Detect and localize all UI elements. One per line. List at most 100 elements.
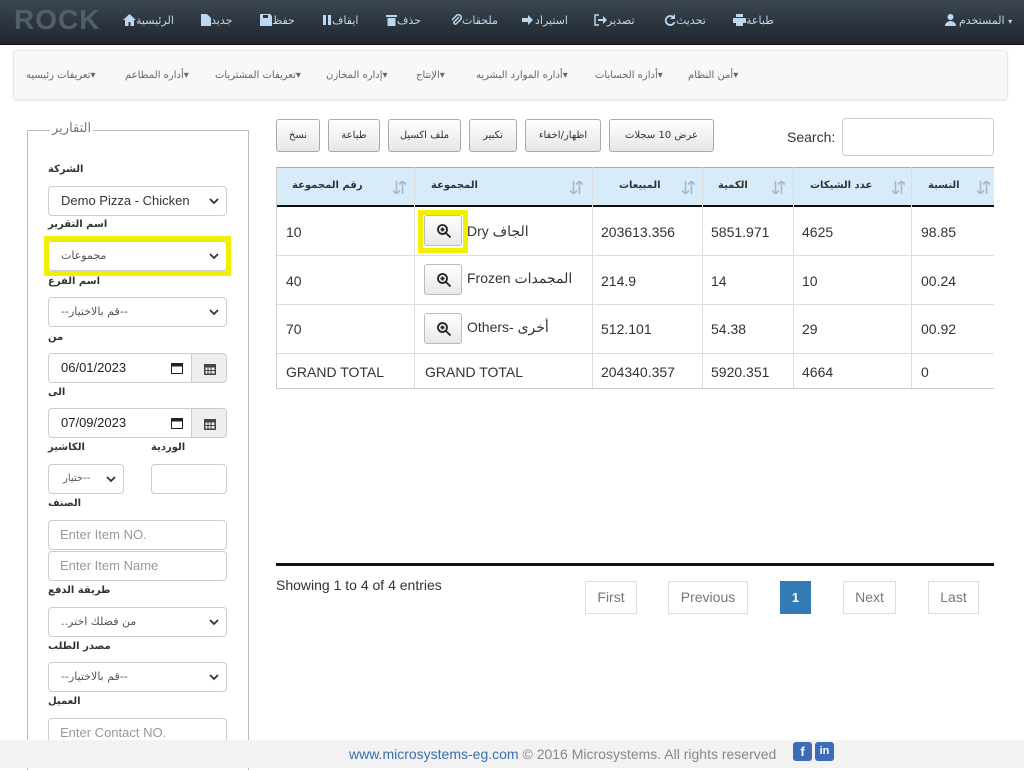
show-10-records-button[interactable]: عرض 10 سجلات: [609, 119, 714, 152]
linkedin-icon[interactable]: in: [815, 742, 834, 761]
previous-page-button[interactable]: Previous: [668, 581, 748, 614]
shift-input[interactable]: [151, 464, 227, 494]
menu-label: إداره المخازن: [326, 70, 383, 81]
menu-hr[interactable]: أداره الموارد البشريه▾: [476, 70, 568, 81]
caret-down-icon: ▾: [90, 70, 96, 81]
print-button[interactable]: طباعة: [729, 14, 774, 27]
export-button[interactable]: تصدير: [590, 14, 635, 27]
menu-label: أداره الحسابات: [595, 70, 658, 81]
cashier-select[interactable]: ختيار--: [48, 464, 124, 494]
order-source-value: --قم بالاختيار--: [61, 670, 128, 683]
facebook-icon[interactable]: f: [793, 742, 812, 761]
menu-system-security[interactable]: أمن النظام▾: [688, 70, 738, 81]
header-check-count[interactable]: عدد الشيكات: [810, 180, 872, 191]
table-info: Showing 1 to 4 of 4 entries: [276, 577, 442, 593]
sort-icon[interactable]: [570, 181, 583, 194]
item-number-input[interactable]: Enter Item NO.: [48, 520, 227, 550]
top-toolbar: ROCK الرئيسية جديد حفظ ايقاف حذف ملحقات …: [0, 0, 1024, 45]
menu-accounts[interactable]: أداره الحسابات▾: [595, 70, 663, 81]
cell-sales: 512.101: [601, 321, 652, 337]
payment-method-value: ..من فضلك اختر: [61, 615, 137, 628]
sort-icon[interactable]: [977, 181, 990, 194]
last-page-button[interactable]: Last: [928, 581, 979, 614]
calendar-picker-icon[interactable]: [171, 362, 183, 374]
total-group-number: GRAND TOTAL: [286, 364, 385, 380]
excel-export-button[interactable]: ملف اكسيل: [388, 119, 461, 152]
app-logo: ROCK: [14, 4, 101, 35]
header-group-number[interactable]: رقم المجموعة: [292, 180, 363, 191]
cell-percentage: 00.92: [921, 321, 957, 337]
refresh-button[interactable]: تحديث: [660, 14, 706, 27]
sort-icon[interactable]: [393, 181, 406, 194]
delete-label: حذف: [397, 14, 421, 27]
chevron-down-icon: [209, 309, 219, 316]
refresh-icon: [664, 14, 676, 26]
print-label: طباعة: [746, 14, 774, 27]
attachments-button[interactable]: ملحقات: [446, 13, 498, 27]
from-label: من: [48, 332, 64, 343]
new-label: جديد: [211, 14, 233, 27]
caret-down-icon: ▾: [439, 70, 445, 81]
cell-group-number: 40: [286, 273, 302, 289]
header-quantity[interactable]: الكمية: [718, 180, 748, 191]
header-group[interactable]: المجموعة: [431, 180, 478, 191]
from-calendar-button[interactable]: [191, 353, 227, 383]
user-menu[interactable]: المستخدم ▾: [945, 14, 1012, 27]
import-button[interactable]: استيراد: [518, 14, 568, 27]
total-check-count: 4664: [802, 364, 834, 380]
menu-warehouses[interactable]: إداره المخازن▾: [326, 70, 388, 81]
export-icon: [594, 14, 607, 26]
details-button[interactable]: [424, 264, 462, 295]
calendar-picker-icon[interactable]: [171, 417, 183, 429]
client-label: العميل: [48, 696, 81, 707]
menu-label: أداره الموارد البشريه: [476, 70, 563, 81]
user-icon: [945, 14, 956, 26]
cell-sales: 203613.356: [601, 224, 675, 240]
zoom-in-icon: [437, 273, 451, 287]
print-table-button[interactable]: طباعة: [328, 119, 380, 152]
payment-method-select[interactable]: ..من فضلك اختر: [48, 607, 227, 637]
to-label: الى: [48, 387, 66, 398]
from-date-input[interactable]: 06/01/2023: [48, 353, 192, 383]
payment-method-label: طريقة الدفع: [48, 585, 111, 596]
item-label: الصنف: [48, 498, 82, 509]
branch-value: --قم بالاختيار--: [61, 305, 128, 318]
to-calendar-button[interactable]: [191, 408, 227, 438]
search-input[interactable]: [842, 118, 994, 156]
company-select[interactable]: Demo Pizza - Chicken: [48, 186, 227, 216]
home-button[interactable]: الرئيسية: [119, 14, 174, 27]
new-button[interactable]: جديد: [197, 14, 232, 27]
first-page-button[interactable]: First: [585, 581, 637, 614]
cell-group: Dry الجاف: [467, 223, 529, 239]
toggle-columns-button[interactable]: اظهار/اخفاء: [525, 119, 601, 152]
printer-icon: [733, 14, 746, 26]
zoom-button[interactable]: تكبير: [469, 119, 517, 152]
menu-purchasing[interactable]: تعريفات المشتريات▾: [215, 70, 301, 81]
cell-quantity: 5851.971: [711, 224, 770, 240]
menu-production[interactable]: الإنتاج▾: [416, 70, 445, 81]
order-source-select[interactable]: --قم بالاختيار--: [48, 662, 227, 692]
menu-main-definitions[interactable]: تعريفات رئيسيه▾: [26, 70, 96, 81]
cell-group-number: 10: [286, 224, 302, 240]
header-percentage[interactable]: النسبة: [928, 180, 960, 191]
menu-restaurants[interactable]: أداره المطاعم▾: [125, 70, 189, 81]
item-name-input[interactable]: Enter Item Name: [48, 551, 227, 581]
details-button[interactable]: [424, 313, 462, 344]
copy-button[interactable]: نسخ: [276, 119, 320, 152]
sort-icon[interactable]: [892, 181, 905, 194]
cell-group: Others- أخرى: [467, 319, 549, 335]
next-page-button[interactable]: Next: [843, 581, 896, 614]
header-sales[interactable]: المبيعات: [619, 180, 661, 191]
caret-down-icon: ▾: [733, 70, 739, 81]
cashier-value: ختيار--: [63, 473, 91, 484]
website-link[interactable]: www.microsystems-eg.com: [349, 746, 519, 762]
branch-select[interactable]: --قم بالاختيار--: [48, 297, 227, 327]
sort-icon[interactable]: [772, 181, 785, 194]
save-button[interactable]: حفظ: [256, 14, 295, 27]
delete-button[interactable]: حذف: [382, 14, 421, 27]
to-date-input[interactable]: 07/09/2023: [48, 408, 192, 438]
stop-button[interactable]: ايقاف: [318, 14, 358, 27]
current-page-button[interactable]: 1: [780, 581, 811, 614]
sort-icon[interactable]: [682, 181, 695, 194]
floppy-icon: [260, 14, 272, 26]
